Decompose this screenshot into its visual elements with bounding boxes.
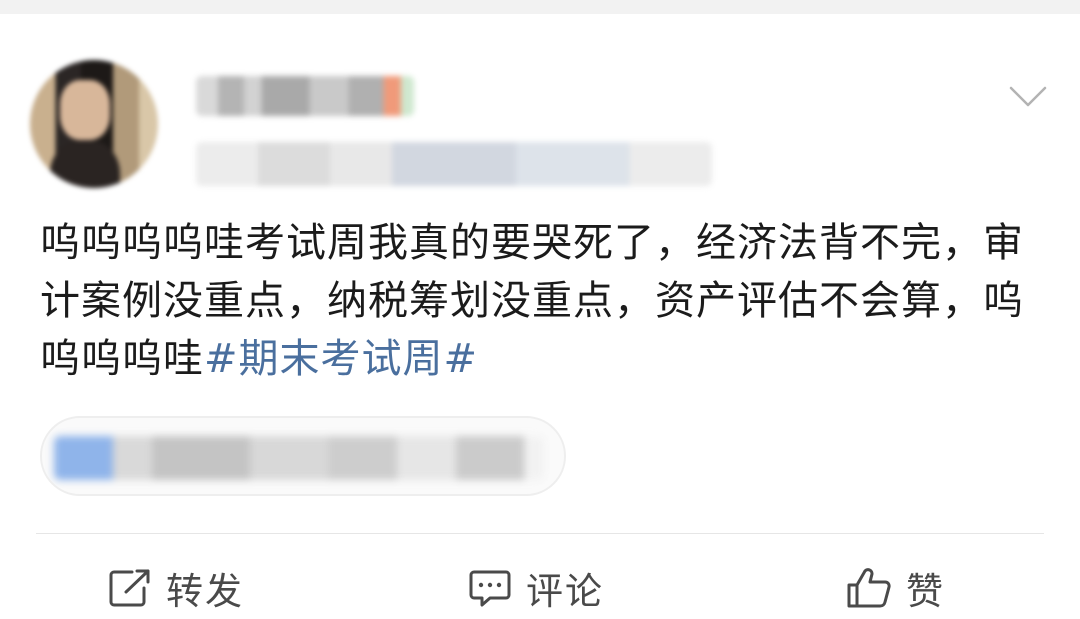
post-body: 呜呜呜呜哇考试周我真的要哭死了，经济法背不完，审计案例没重点，纳税筹划没重点，资… bbox=[40, 214, 1050, 388]
share-icon bbox=[109, 569, 150, 607]
source-pill[interactable] bbox=[40, 416, 566, 496]
like-label: 赞 bbox=[906, 570, 945, 613]
thumbs-up-icon bbox=[847, 568, 891, 608]
chevron-down-icon[interactable] bbox=[1008, 84, 1048, 110]
avatar[interactable] bbox=[30, 60, 158, 188]
repost-button[interactable]: 转发 bbox=[108, 562, 244, 614]
username-redacted[interactable] bbox=[196, 76, 414, 116]
source-redacted bbox=[54, 436, 544, 480]
action-divider bbox=[36, 533, 1044, 534]
comment-icon bbox=[469, 570, 511, 607]
top-separator bbox=[0, 0, 1080, 14]
hashtag-link[interactable]: #期末考试周# bbox=[204, 336, 478, 382]
like-button[interactable]: 赞 bbox=[846, 562, 945, 614]
comment-button[interactable]: 评论 bbox=[468, 562, 604, 614]
post-body-text: 呜呜呜呜哇考试周我真的要哭死了，经济法背不完，审计案例没重点，纳税筹划没重点，资… bbox=[40, 220, 1024, 382]
comment-label: 评论 bbox=[526, 570, 604, 613]
repost-label: 转发 bbox=[166, 570, 244, 613]
post-meta-redacted bbox=[196, 142, 712, 186]
post-card: 呜呜呜呜哇考试周我真的要哭死了，经济法背不完，审计案例没重点，纳税筹划没重点，资… bbox=[0, 14, 1080, 619]
